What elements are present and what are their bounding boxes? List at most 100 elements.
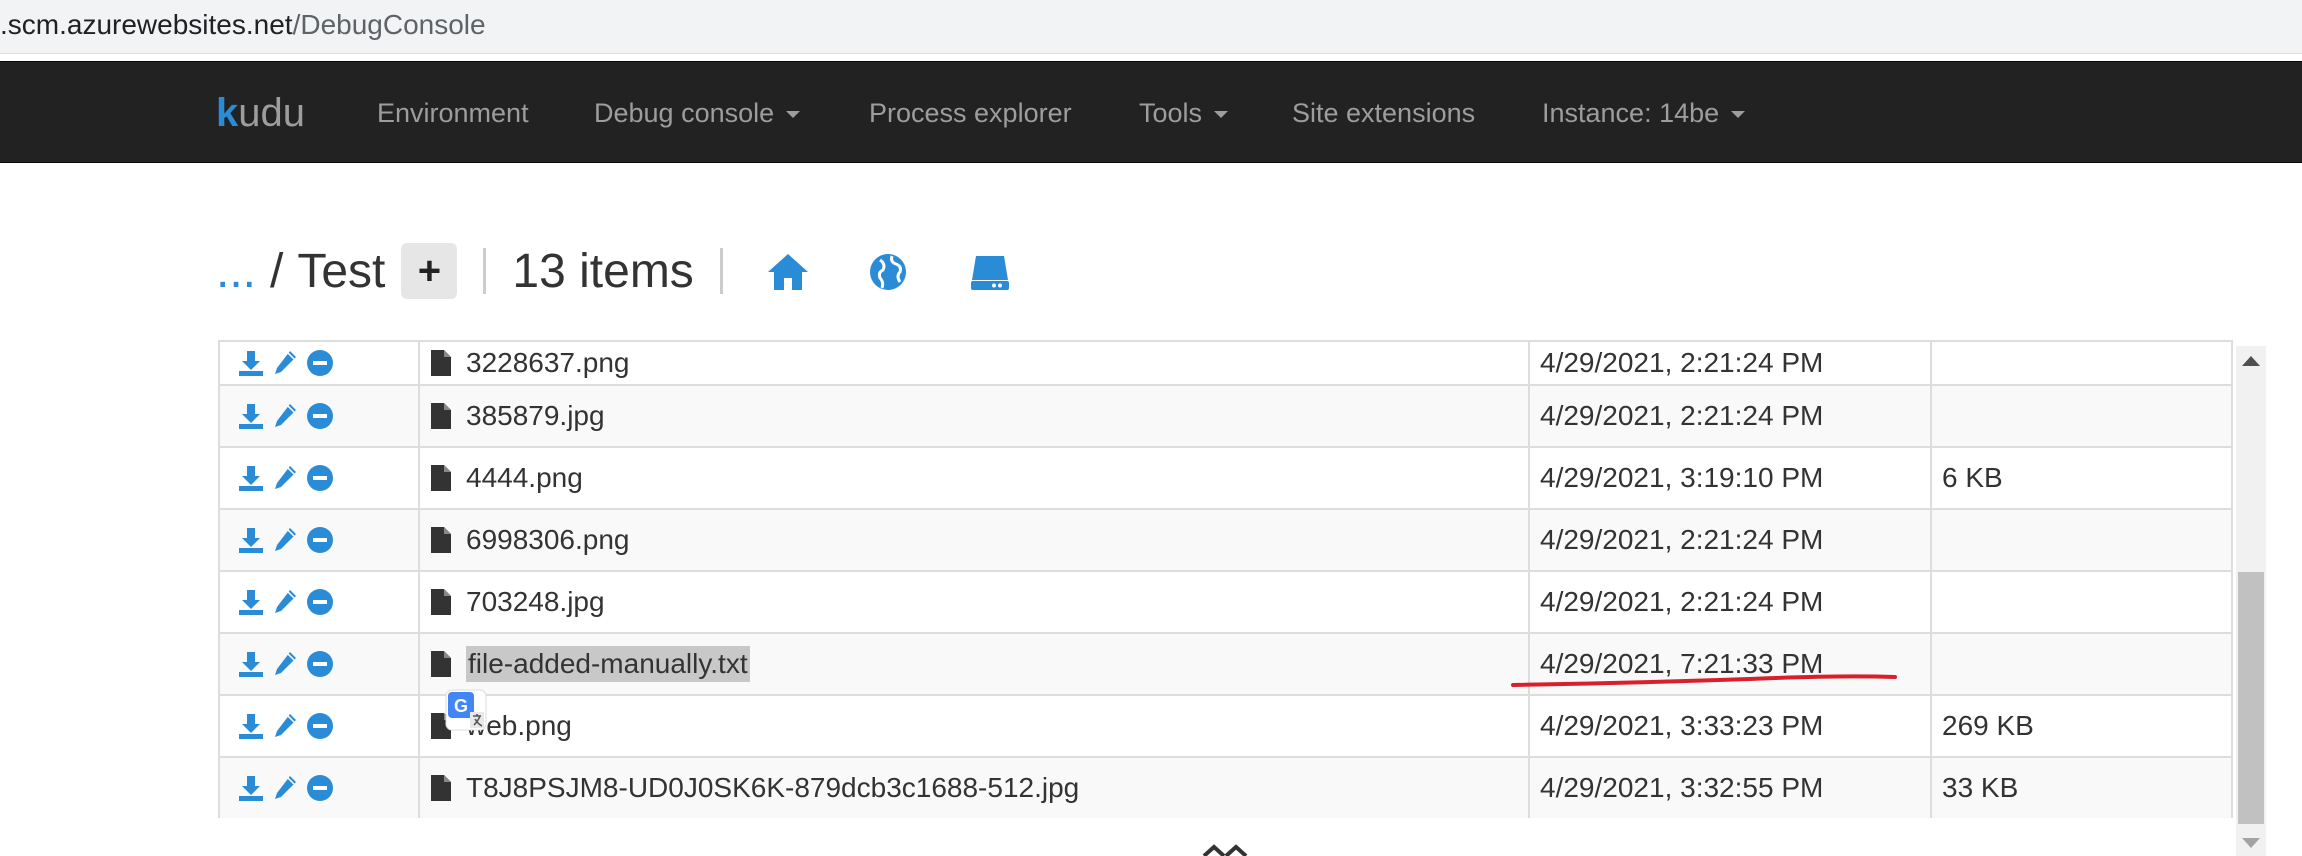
nav-tools-label: Tools	[1139, 98, 1203, 128]
row-actions	[218, 446, 420, 510]
nav-site-extensions-label: Site extensions	[1292, 98, 1476, 128]
file-name-cell: web.png	[418, 694, 1530, 758]
download-icon[interactable]	[238, 650, 264, 678]
divider	[719, 248, 723, 294]
breadcrumb-current-folder: Test	[297, 244, 386, 298]
edit-icon[interactable]	[272, 712, 298, 740]
file-size-cell	[1930, 632, 2233, 696]
caret-down-icon	[1731, 111, 1746, 119]
edit-icon[interactable]	[272, 349, 298, 377]
download-icon[interactable]	[238, 349, 264, 377]
file-icon	[431, 527, 451, 553]
caret-down-icon	[786, 111, 801, 119]
row-actions	[218, 694, 420, 758]
kudu-logo-mark: k	[216, 90, 239, 135]
nav-instance-label: Instance: 14be	[1542, 98, 1720, 128]
file-icon	[431, 589, 451, 615]
file-icon	[431, 651, 451, 677]
delete-icon[interactable]	[306, 774, 334, 802]
row-actions	[218, 756, 420, 818]
nav-debug-console[interactable]: Debug console	[594, 96, 801, 130]
modified-date-cell: 4/29/2021, 3:32:55 PM	[1528, 756, 1932, 818]
globe-icon[interactable]	[866, 250, 910, 294]
home-icon[interactable]	[766, 250, 810, 294]
table-row: 3228637.png 4/29/2021, 2:21:24 PM	[218, 340, 2233, 386]
breadcrumb: ... / Test + 13 items	[216, 238, 749, 304]
file-name-cell: 703248.jpg	[418, 570, 1530, 634]
chevrons-up-icon[interactable]	[1200, 844, 1270, 856]
modified-date-cell: 4/29/2021, 2:21:24 PM	[1528, 508, 1932, 572]
delete-icon[interactable]	[306, 712, 334, 740]
url-host: .scm.azurewebsites.net	[0, 9, 293, 40]
scroll-down-arrow-icon[interactable]	[2242, 838, 2260, 848]
modified-date-cell: 4/29/2021, 3:33:23 PM	[1528, 694, 1932, 758]
download-icon[interactable]	[238, 774, 264, 802]
table-row: 4444.png 4/29/2021, 3:19:10 PM 6 KB	[218, 446, 2233, 510]
file-name-link[interactable]: 4444.png	[466, 462, 583, 494]
file-name-cell: 385879.jpg	[418, 384, 1530, 448]
delete-icon[interactable]	[306, 402, 334, 430]
kudu-logo-text: udu	[238, 90, 305, 135]
download-icon[interactable]	[238, 712, 264, 740]
nav-instance[interactable]: Instance: 14be	[1542, 96, 1746, 130]
table-row: web.png 4/29/2021, 3:33:23 PM 269 KB	[218, 694, 2233, 758]
file-size-cell	[1930, 570, 2233, 634]
download-icon[interactable]	[238, 464, 264, 492]
file-name-link[interactable]: 6998306.png	[466, 524, 630, 556]
row-actions	[218, 384, 420, 448]
file-name-link[interactable]: 703248.jpg	[466, 586, 605, 618]
delete-icon[interactable]	[306, 349, 334, 377]
table-row: file-added-manually.txt 4/29/2021, 7:21:3…	[218, 632, 2233, 696]
edit-icon[interactable]	[272, 464, 298, 492]
modified-date-cell: 4/29/2021, 2:21:24 PM	[1528, 384, 1932, 448]
scrollbar-thumb[interactable]	[2238, 572, 2264, 824]
file-icon	[431, 465, 451, 491]
kudu-logo[interactable]: k udu	[216, 86, 305, 140]
file-name-cell: 6998306.png	[418, 508, 1530, 572]
nav-environment[interactable]: Environment	[377, 96, 529, 130]
table-row: T8J8PSJM8-UD0J0SK6K-879dcb3c1688-512.jpg…	[218, 756, 2233, 818]
file-size-cell	[1930, 508, 2233, 572]
file-name-link[interactable]: 385879.jpg	[466, 400, 605, 432]
edit-icon[interactable]	[272, 402, 298, 430]
download-icon[interactable]	[238, 402, 264, 430]
delete-icon[interactable]	[306, 526, 334, 554]
file-name-link[interactable]: 3228637.png	[466, 347, 630, 379]
breadcrumb-separator: /	[270, 244, 284, 298]
delete-icon[interactable]	[306, 464, 334, 492]
caret-down-icon	[1214, 111, 1229, 119]
file-name-link[interactable]: T8J8PSJM8-UD0J0SK6K-879dcb3c1688-512.jpg	[466, 772, 1079, 804]
download-icon[interactable]	[238, 588, 264, 616]
nav-process-explorer[interactable]: Process explorer	[869, 96, 1072, 130]
nav-tools[interactable]: Tools	[1139, 96, 1229, 130]
file-name-cell: 4444.png	[418, 446, 1530, 510]
url-path: /DebugConsole	[292, 9, 486, 40]
delete-icon[interactable]	[306, 588, 334, 616]
table-row: 703248.jpg 4/29/2021, 2:21:24 PM	[218, 570, 2233, 634]
nav-site-extensions[interactable]: Site extensions	[1292, 96, 1475, 130]
url-text[interactable]: .scm.azurewebsites.net/DebugConsole	[0, 7, 486, 43]
download-icon[interactable]	[238, 526, 264, 554]
file-size-cell	[1930, 340, 2233, 386]
scroll-up-arrow-icon[interactable]	[2242, 356, 2260, 366]
file-icon	[431, 350, 451, 376]
item-count: 13 items	[512, 244, 694, 298]
modified-date-cell: 4/29/2021, 2:21:24 PM	[1528, 570, 1932, 634]
add-button[interactable]: +	[401, 243, 458, 299]
translate-icon[interactable]: G	[444, 688, 488, 732]
file-icon	[431, 775, 451, 801]
address-bar[interactable]: .scm.azurewebsites.net/DebugConsole	[0, 0, 2302, 54]
file-name-link[interactable]: file-added-manually.txt	[466, 646, 750, 682]
file-icon	[431, 403, 451, 429]
edit-icon[interactable]	[272, 650, 298, 678]
row-actions	[218, 340, 420, 386]
nav-environment-label: Environment	[377, 98, 529, 128]
edit-icon[interactable]	[272, 526, 298, 554]
edit-icon[interactable]	[272, 774, 298, 802]
file-size-cell	[1930, 384, 2233, 448]
delete-icon[interactable]	[306, 650, 334, 678]
drive-icon[interactable]	[968, 250, 1012, 294]
breadcrumb-parent-link[interactable]: ...	[216, 244, 256, 299]
table-row: 385879.jpg 4/29/2021, 2:21:24 PM	[218, 384, 2233, 448]
edit-icon[interactable]	[272, 588, 298, 616]
